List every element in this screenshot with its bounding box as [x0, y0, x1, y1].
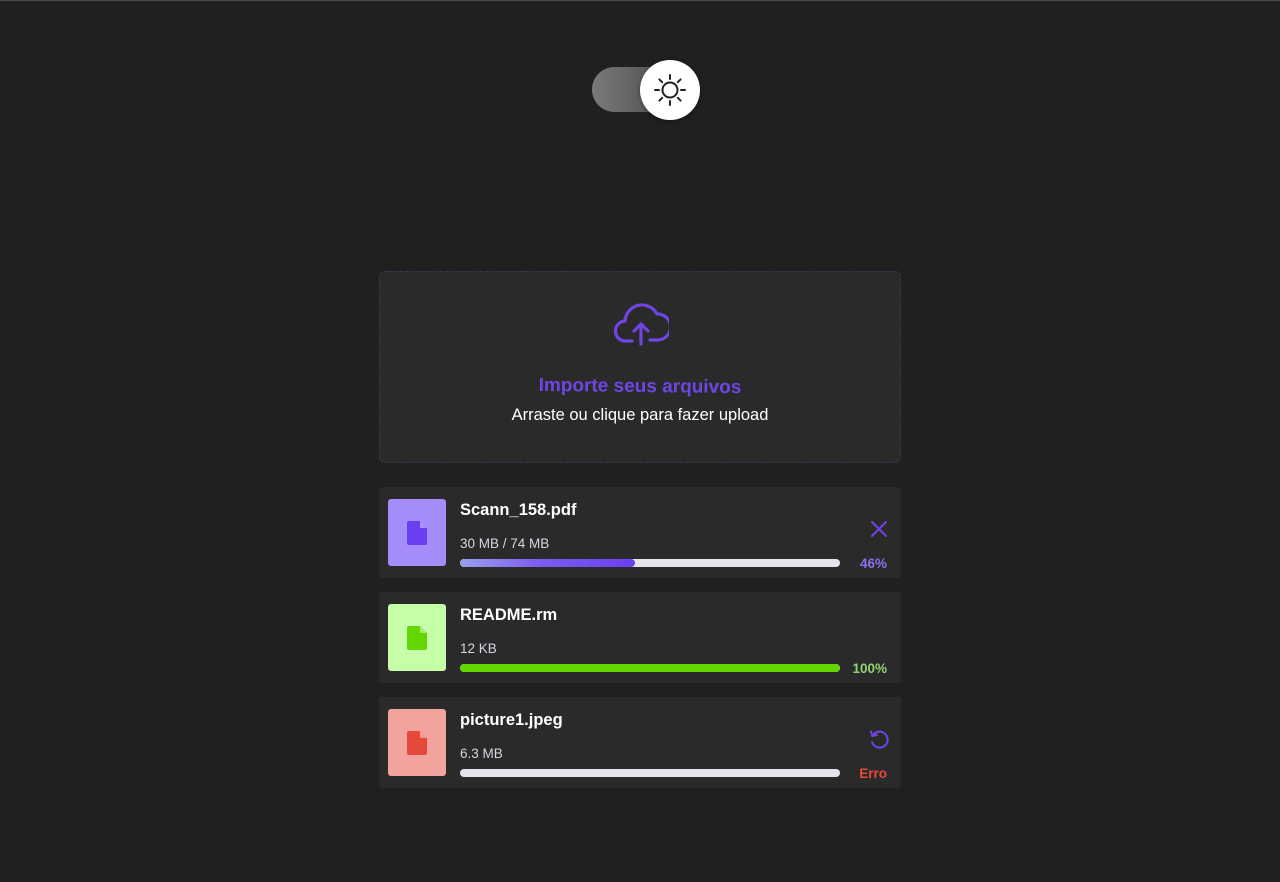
- file-icon: [407, 625, 427, 650]
- progress-percent: 100%: [852, 661, 887, 676]
- file-icon: [407, 730, 427, 755]
- theme-toggle[interactable]: [592, 60, 700, 120]
- toggle-knob[interactable]: [640, 60, 700, 120]
- file-icon: [407, 520, 427, 545]
- file-thumbnail: [388, 709, 446, 776]
- dropzone-subtitle: Arraste ou clique para fazer upload: [511, 406, 769, 424]
- cancel-upload-button[interactable]: [868, 518, 890, 540]
- file-name: Scann_158.pdf: [460, 501, 577, 519]
- progress-bar: [460, 559, 840, 567]
- file-item-scann-158: Scann_158.pdf 30 MB / 74 MB 46%: [379, 487, 901, 578]
- retry-upload-button[interactable]: [868, 728, 890, 750]
- progress-fill: [460, 559, 635, 567]
- progress-fill: [460, 664, 840, 672]
- file-item-readme: README.rm 12 KB 100%: [379, 592, 901, 683]
- file-thumbnail: [388, 604, 446, 671]
- upload-dropzone[interactable]: Importe seus arquivos Arraste ou clique …: [379, 271, 901, 463]
- file-size: 12 KB: [460, 641, 497, 656]
- progress-percent: 46%: [859, 556, 887, 571]
- window-top-border: [0, 0, 1280, 1]
- progress-bar: [460, 664, 840, 672]
- dropzone-title: Importe seus arquivos: [538, 374, 742, 399]
- cloud-upload-icon: [613, 303, 669, 346]
- file-thumbnail: [388, 499, 446, 566]
- retry-icon: [870, 730, 889, 749]
- error-status: Erro: [859, 766, 887, 781]
- file-item-picture1: picture1.jpeg 6.3 MB Erro: [379, 697, 901, 788]
- progress-bar: [460, 769, 840, 777]
- file-name: picture1.jpeg: [460, 711, 563, 729]
- file-size: 30 MB / 74 MB: [460, 536, 550, 551]
- close-icon: [871, 521, 887, 537]
- file-name: README.rm: [460, 606, 558, 624]
- sun-icon: [654, 74, 686, 106]
- file-size: 6.3 MB: [460, 746, 503, 761]
